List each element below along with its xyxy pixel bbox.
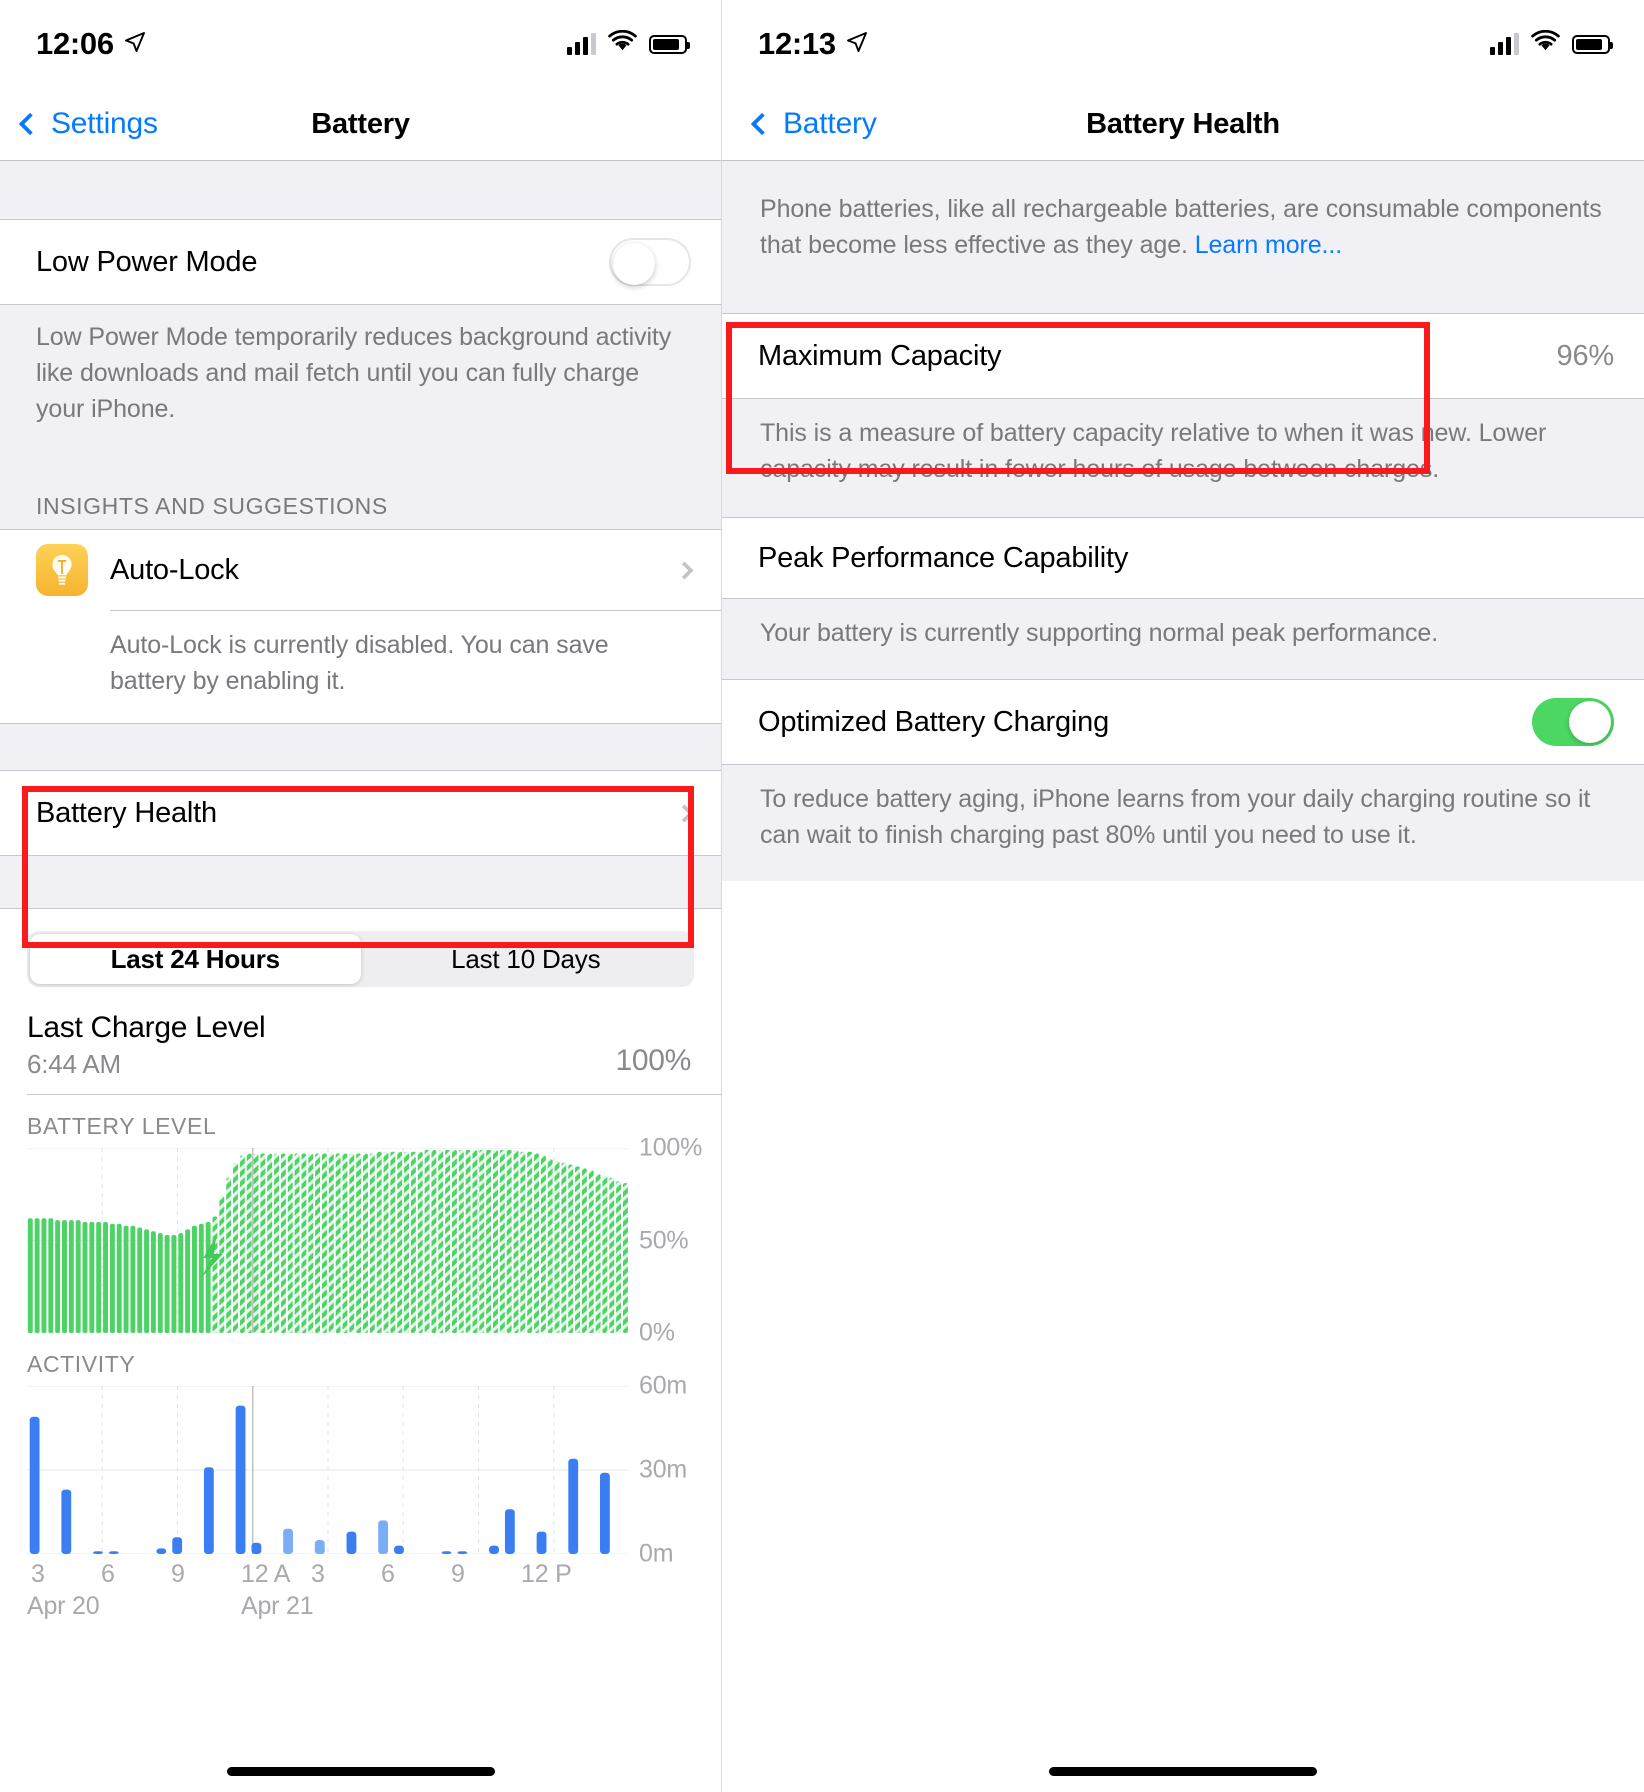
x-tick-label: 12 A <box>241 1560 291 1588</box>
wifi-icon <box>1530 29 1561 58</box>
last-charge-level-row: Last Charge Level 6:44 AM 100% <box>0 1001 721 1094</box>
location-arrow-icon <box>123 26 147 62</box>
last-charge-level-time: 6:44 AM <box>27 1049 121 1079</box>
segment-last-24-hours[interactable]: Last 24 Hours <box>30 934 361 984</box>
battery-level-y-axis: 0% 50% 100% <box>629 1134 721 1347</box>
x-tick-label: 12 P <box>521 1560 572 1588</box>
learn-more-link[interactable]: Learn more... <box>1195 231 1342 259</box>
optimized-battery-charging-row[interactable]: Optimized Battery Charging <box>722 680 1644 764</box>
battery-health-row[interactable]: Battery Health <box>0 771 721 855</box>
maximum-capacity-footnote: This is a measure of battery capacity re… <box>722 399 1644 517</box>
optimized-battery-charging-label: Optimized Battery Charging <box>758 705 1110 738</box>
spacer-top <box>0 161 721 219</box>
spacer <box>0 856 721 908</box>
battery-health-label: Battery Health <box>36 796 217 829</box>
status-indicators-right <box>1490 29 1613 58</box>
activity-bars <box>27 1386 629 1554</box>
auto-lock-label: Auto-Lock <box>110 553 239 586</box>
optimized-battery-charging-toggle[interactable] <box>1532 698 1614 746</box>
x-tick-label: 9 <box>451 1560 465 1588</box>
status-bar-left: 12:06 <box>0 0 721 88</box>
y-tick-label: 50% <box>639 1226 689 1254</box>
last-charge-level-value: 100% <box>615 1044 691 1077</box>
maximum-capacity-value: 96% <box>1556 339 1615 372</box>
y-tick-label: 100% <box>639 1133 703 1162</box>
cellular-signal-icon <box>567 33 596 55</box>
segment-last-10-days[interactable]: Last 10 Days <box>361 934 692 984</box>
activity-y-axis: 0m 30m 60m <box>629 1372 721 1568</box>
x-tick-label: 9 <box>171 1560 185 1588</box>
auto-lock-insight-row[interactable]: Auto-Lock <box>0 530 721 610</box>
battery-level-chart-label: BATTERY LEVEL <box>27 1113 217 1139</box>
battery-screen: 12:06 Settings Battery Low Power Mode Lo… <box>0 0 722 1792</box>
battery-health-intro-text: Phone batteries, like all rechargeable b… <box>760 195 1602 259</box>
low-power-mode-toggle[interactable] <box>609 238 691 286</box>
x-tick-label: 3 <box>311 1560 325 1588</box>
toggle-knob <box>613 243 655 285</box>
battery-level-chart: 0% 50% 100% <box>27 1134 721 1347</box>
x-axis-day-label: Apr 21 <box>241 1592 314 1620</box>
chevron-right-icon <box>675 560 694 580</box>
activity-chart-block: ACTIVITY 0m 30m 60m 3 6 9 12 A 3 6 9 12 P Apr 20 Ap… <box>0 1333 721 1628</box>
low-power-mode-label: Low Power Mode <box>36 245 258 278</box>
home-indicator <box>1049 1767 1317 1776</box>
last-charge-level-title: Last Charge Level <box>27 1011 266 1044</box>
maximum-capacity-label: Maximum Capacity <box>758 339 1002 372</box>
battery-level-chart-block: BATTERY LEVEL 0% 50% 100% <box>0 1095 721 1347</box>
last-charge-level-text: Last Charge Level 6:44 AM <box>27 1011 615 1080</box>
nav-bar-left: Settings Battery <box>0 88 721 160</box>
battery-health-intro: Phone batteries, like all rechargeable b… <box>722 161 1644 279</box>
page-title-battery: Battery <box>311 107 410 140</box>
battery-icon <box>1572 34 1613 54</box>
status-time-right: 12:13 <box>758 26 869 62</box>
activity-plot <box>27 1386 629 1554</box>
activity-x-axis: 3 6 9 12 A 3 6 9 12 P Apr 20 Apr 21 <box>27 1554 629 1628</box>
spacer <box>0 724 721 770</box>
low-power-mode-footnote: Low Power Mode temporarily reduces backg… <box>0 305 721 467</box>
y-tick-label: 0% <box>639 1318 675 1347</box>
x-tick-label: 6 <box>101 1560 115 1588</box>
screenshot-root: 12:06 Settings Battery Low Power Mode Lo… <box>0 0 1644 1792</box>
battery-icon <box>649 34 690 54</box>
status-bar-right: 12:13 <box>722 0 1644 88</box>
time-range-segmented-control[interactable]: Last 24 Hours Last 10 Days <box>0 909 721 1001</box>
x-tick-label: 6 <box>381 1560 395 1588</box>
auto-lock-footnote: Auto-Lock is currently disabled. You can… <box>0 611 721 723</box>
home-indicator <box>226 1767 495 1776</box>
peak-performance-footnote: Your battery is currently supporting nor… <box>722 599 1644 679</box>
cellular-signal-icon <box>1490 33 1519 55</box>
status-time-left: 12:06 <box>36 26 147 62</box>
status-indicators-left <box>567 29 690 58</box>
maximum-capacity-row: Maximum Capacity 96% <box>722 314 1644 398</box>
status-time-label: 12:06 <box>36 26 114 61</box>
activity-chart: 0m 30m 60m <box>27 1372 721 1568</box>
y-tick-label: 30m <box>639 1455 688 1484</box>
x-tick-label: 3 <box>31 1560 45 1588</box>
nav-bar-right: Battery Battery Health <box>722 88 1644 160</box>
activity-chart-label: ACTIVITY <box>27 1351 136 1377</box>
lightbulb-icon <box>36 544 88 596</box>
peak-performance-label: Peak Performance Capability <box>758 541 1129 574</box>
spacer <box>722 279 1644 313</box>
insights-section-header: INSIGHTS AND SUGGESTIONS <box>0 467 721 529</box>
battery-health-screen: 12:13 Battery Battery Health Phone batte… <box>722 0 1644 1792</box>
optimized-battery-charging-footnote: To reduce battery aging, iPhone learns f… <box>722 765 1644 881</box>
peak-performance-row: Peak Performance Capability <box>722 518 1644 598</box>
battery-level-bars <box>27 1148 629 1333</box>
status-time-label: 12:13 <box>758 26 836 61</box>
wifi-icon <box>607 29 638 58</box>
x-axis-day-label: Apr 20 <box>27 1592 100 1620</box>
low-power-mode-row[interactable]: Low Power Mode <box>0 220 721 304</box>
chevron-right-icon <box>675 803 694 823</box>
location-arrow-icon <box>845 26 869 62</box>
segmented-control[interactable]: Last 24 Hours Last 10 Days <box>27 931 694 987</box>
activity-x-axis-wrap: 3 6 9 12 A 3 6 9 12 P Apr 20 Apr 21 <box>27 1554 721 1628</box>
toggle-knob <box>1569 701 1611 743</box>
battery-level-plot <box>27 1148 629 1333</box>
page-title-battery-health: Battery Health <box>1086 107 1280 140</box>
y-tick-label: 60m <box>639 1371 688 1400</box>
